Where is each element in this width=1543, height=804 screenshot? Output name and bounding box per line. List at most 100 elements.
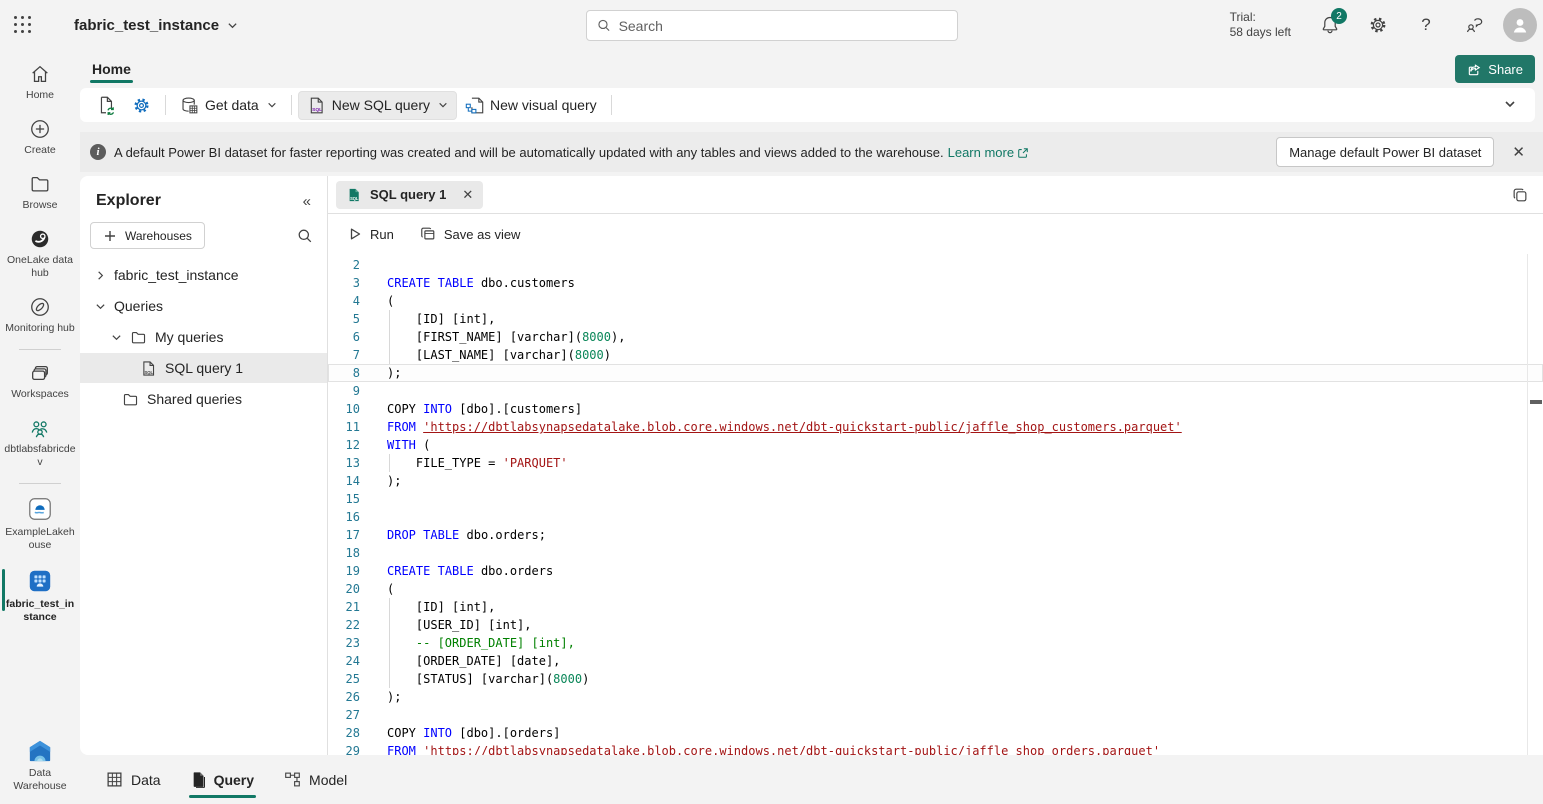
tree-item-sql-query-1[interactable]: SQL SQL query 1 xyxy=(80,353,327,383)
global-search[interactable] xyxy=(586,10,958,41)
tree-item-warehouse[interactable]: fabric_test_instance xyxy=(80,260,327,290)
line-number: 13 xyxy=(328,454,360,472)
chevron-down-icon xyxy=(227,20,238,31)
code-line-18[interactable]: 18 xyxy=(328,544,1543,562)
code-line-text: -- [ORDER_DATE] [int], xyxy=(387,634,575,652)
monitoring-icon xyxy=(29,296,51,318)
sql-document-icon: SQL xyxy=(140,360,157,377)
view-tab-model[interactable]: Model xyxy=(274,760,357,800)
code-line-8[interactable]: 8); xyxy=(328,364,1543,382)
new-visual-query-button[interactable]: New visual query xyxy=(457,92,605,119)
share-button[interactable]: Share xyxy=(1455,55,1535,83)
code-editor[interactable]: 23CREATE TABLE dbo.customers4(5 [ID] [in… xyxy=(328,254,1543,755)
code-line-15[interactable]: 15 xyxy=(328,490,1543,508)
rail-item-create[interactable]: Create xyxy=(0,111,80,166)
code-line-24[interactable]: 24 [ORDER_DATE] [date], xyxy=(328,652,1543,670)
rail-item-dbtlabsfabricdev[interactable]: dbtlabsfabricdev xyxy=(0,410,80,478)
rail-item-workspaces[interactable]: Workspaces xyxy=(0,355,80,410)
editor-scrollbar[interactable] xyxy=(1527,254,1528,755)
help-button[interactable]: ? xyxy=(1407,5,1445,45)
account-avatar[interactable] xyxy=(1503,8,1537,42)
chevron-down-icon xyxy=(111,332,122,343)
refresh-button[interactable] xyxy=(88,91,124,119)
tab-home[interactable]: Home xyxy=(84,50,139,88)
banner-close-icon[interactable]: ✕ xyxy=(1504,139,1533,165)
rail-item-home[interactable]: Home xyxy=(0,56,80,111)
code-line-23[interactable]: 23 -- [ORDER_DATE] [int], xyxy=(328,634,1543,652)
settings-button[interactable] xyxy=(1359,5,1397,45)
line-number: 8 xyxy=(328,364,360,382)
code-line-2[interactable]: 2 xyxy=(328,256,1543,274)
collapse-panel-icon[interactable]: « xyxy=(303,193,311,210)
code-line-28[interactable]: 28COPY INTO [dbo].[orders] xyxy=(328,724,1543,742)
code-line-text: [FIRST_NAME] [varchar](8000), xyxy=(387,328,625,346)
code-line-6[interactable]: 6 [FIRST_NAME] [varchar](8000), xyxy=(328,328,1543,346)
active-view-underline xyxy=(189,795,256,798)
editor-tab-sql-query-1[interactable]: SQL SQL query 1 ✕ xyxy=(336,181,483,209)
line-number: 22 xyxy=(328,616,360,634)
tree-item-my-queries[interactable]: My queries xyxy=(80,322,327,352)
line-number: 3 xyxy=(328,274,360,292)
query-editor-panel: SQL SQL query 1 ✕ Run Save as view 23CRE… xyxy=(328,176,1543,755)
code-line-19[interactable]: 19CREATE TABLE dbo.orders xyxy=(328,562,1543,580)
ribbon-collapse-chevron-icon[interactable] xyxy=(1503,97,1517,111)
rail-item-data-warehouse[interactable]: Data Warehouse xyxy=(0,732,80,802)
view-tab-query[interactable]: Query xyxy=(181,760,264,800)
search-input[interactable] xyxy=(619,18,947,34)
external-link-icon xyxy=(1017,147,1029,159)
svg-text:SQL: SQL xyxy=(350,196,359,201)
code-lines: 23CREATE TABLE dbo.customers4(5 [ID] [in… xyxy=(328,256,1543,755)
code-line-25[interactable]: 25 [STATUS] [varchar](8000) xyxy=(328,670,1543,688)
code-line-22[interactable]: 22 [USER_ID] [int], xyxy=(328,616,1543,634)
line-number: 16 xyxy=(328,508,360,526)
rail-item-monitoring-hub[interactable]: Monitoring hub xyxy=(0,289,80,344)
code-line-26[interactable]: 26); xyxy=(328,688,1543,706)
warehouse-icon xyxy=(27,568,53,594)
code-line-text: WITH ( xyxy=(387,436,430,454)
chevron-right-icon xyxy=(95,270,106,281)
run-button[interactable]: Run xyxy=(348,227,394,242)
workspace-switcher[interactable]: fabric_test_instance xyxy=(74,17,238,34)
code-line-13[interactable]: 13 FILE_TYPE = 'PARQUET' xyxy=(328,454,1543,472)
code-line-20[interactable]: 20( xyxy=(328,580,1543,598)
tree-item-queries[interactable]: Queries xyxy=(80,291,327,321)
tab-close-icon[interactable]: ✕ xyxy=(462,187,473,203)
code-line-11[interactable]: 11FROM 'https://dbtlabsynapsedatalake.bl… xyxy=(328,418,1543,436)
rail-item-examplelakehouse[interactable]: ExampleLakehouse xyxy=(0,489,80,561)
rail-item-fabric-test-instance[interactable]: fabric_test_instance xyxy=(0,561,80,633)
code-line-27[interactable]: 27 xyxy=(328,706,1543,724)
new-sql-query-button[interactable]: SQL New SQL query xyxy=(298,91,457,120)
rail-item-browse[interactable]: Browse xyxy=(0,166,80,221)
chevron-down-icon xyxy=(267,100,277,110)
code-line-12[interactable]: 12WITH ( xyxy=(328,436,1543,454)
app-launcher-icon[interactable] xyxy=(0,0,46,50)
manage-dataset-button[interactable]: Manage default Power BI dataset xyxy=(1276,137,1494,167)
save-as-view-button[interactable]: Save as view xyxy=(420,226,521,242)
rail-item-onelake-data-hub[interactable]: OneLake data hub xyxy=(0,221,80,289)
code-line-16[interactable]: 16 xyxy=(328,508,1543,526)
code-line-10[interactable]: 10COPY INTO [dbo].[customers] xyxy=(328,400,1543,418)
line-number: 10 xyxy=(328,400,360,418)
code-line-4[interactable]: 4( xyxy=(328,292,1543,310)
code-line-14[interactable]: 14); xyxy=(328,472,1543,490)
code-line-7[interactable]: 7 [LAST_NAME] [varchar](8000) xyxy=(328,346,1543,364)
warehouses-button[interactable]: Warehouses xyxy=(90,222,205,249)
code-line-text: FROM 'https://dbtlabsynapsedatalake.blob… xyxy=(387,418,1182,436)
code-line-3[interactable]: 3CREATE TABLE dbo.customers xyxy=(328,274,1543,292)
code-line-21[interactable]: 21 [ID] [int], xyxy=(328,598,1543,616)
code-line-17[interactable]: 17DROP TABLE dbo.orders; xyxy=(328,526,1543,544)
code-line-text: COPY INTO [dbo].[orders] xyxy=(387,724,560,742)
get-data-button[interactable]: Get data xyxy=(172,92,285,119)
explorer-search-icon[interactable] xyxy=(297,228,313,244)
view-tab-data[interactable]: Data xyxy=(96,760,171,800)
copy-icon[interactable] xyxy=(1511,186,1529,204)
code-line-29[interactable]: 29FROM 'https://dbtlabsynapsedatalake.bl… xyxy=(328,742,1543,755)
tree-item-shared-queries[interactable]: Shared queries xyxy=(80,384,327,414)
learn-more-link[interactable]: Learn more xyxy=(948,145,1029,160)
code-line-9[interactable]: 9 xyxy=(328,382,1543,400)
code-line-text: [ORDER_DATE] [date], xyxy=(387,652,560,670)
code-line-5[interactable]: 5 [ID] [int], xyxy=(328,310,1543,328)
ribbon-settings-button[interactable] xyxy=(124,92,159,119)
notifications-button[interactable]: 2 xyxy=(1311,5,1349,45)
feedback-button[interactable] xyxy=(1455,5,1493,45)
